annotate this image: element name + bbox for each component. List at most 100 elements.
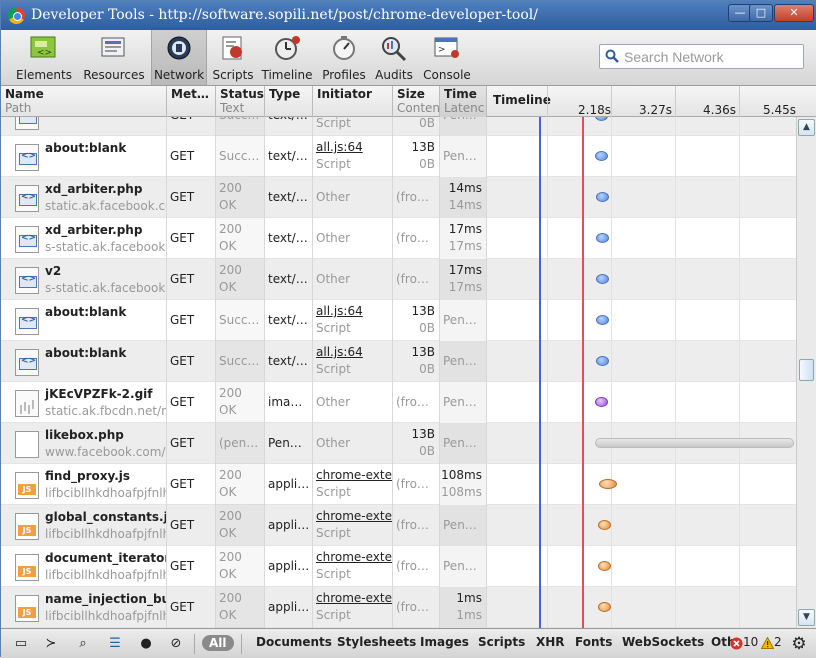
table-row[interactable]: about:blank GET Succ… text/… all.js:64 Script… xyxy=(1,341,796,382)
divider xyxy=(241,634,242,654)
table-row[interactable]: GET Succ… text/… Script 0B Pen… xyxy=(1,117,796,136)
timeline-gridline xyxy=(611,259,612,300)
column-status[interactable]: Status Text xyxy=(216,86,265,117)
status-code: Succ… xyxy=(219,313,260,327)
search-box[interactable] xyxy=(599,44,804,69)
name-cell xyxy=(1,117,167,136)
initiator-link[interactable]: chrome-exter xyxy=(316,509,392,523)
network-grid-header: Name Path Met… Status Text Type Initiator … xyxy=(1,86,816,117)
record-icon[interactable]: ● xyxy=(134,634,158,654)
request-timing-marker xyxy=(596,274,609,284)
filter-scripts[interactable]: Scripts xyxy=(478,635,525,649)
table-row[interactable]: name_injection_build lifbcibllhkdhoafpjfn… xyxy=(1,587,796,628)
table-row[interactable]: global_constants.js lifbcibllhkdhoafpjfnl… xyxy=(1,505,796,546)
settings-gear-icon[interactable]: ⚙ xyxy=(787,634,811,654)
filter-stylesheets[interactable]: Stylesheets xyxy=(337,635,416,649)
column-size[interactable]: Size Conten xyxy=(393,86,440,117)
table-row[interactable]: jKEcVPZFk-2.gif static.ak.fbcdn.net/rsr GE… xyxy=(1,382,796,423)
timeline-cell xyxy=(487,300,796,341)
scrollbar-thumb[interactable] xyxy=(799,359,814,381)
filter-fonts[interactable]: Fonts xyxy=(575,635,612,649)
vertical-scrollbar[interactable]: ▲ ▼ xyxy=(796,117,816,628)
dock-icon[interactable]: ▭ xyxy=(9,634,33,654)
tab-console[interactable]: > Console xyxy=(419,30,475,85)
inspect-search-icon[interactable]: ⌕ xyxy=(71,634,95,654)
column-time[interactable]: Time Latenc xyxy=(440,86,487,117)
initiator-type: Script xyxy=(316,321,351,335)
tab-scripts[interactable]: Scripts xyxy=(209,30,257,85)
column-initiator[interactable]: Initiator xyxy=(313,86,393,117)
mime-type: text/… xyxy=(268,117,308,122)
request-method: GET xyxy=(170,559,195,573)
tab-elements[interactable]: <> Elements xyxy=(13,30,75,85)
status-code: 200 xyxy=(219,386,242,400)
filter-images[interactable]: Images xyxy=(420,635,469,649)
table-row[interactable]: likebox.php www.facebook.com/p GET (pen… Pen… xyxy=(1,423,796,464)
timeline-cell xyxy=(487,382,796,423)
js-file-icon xyxy=(15,513,39,540)
status-cell: 200 OK xyxy=(216,587,265,628)
request-method: GET xyxy=(170,149,195,163)
column-type[interactable]: Type xyxy=(265,86,313,117)
filter-documents[interactable]: Documents xyxy=(256,635,332,649)
tab-network[interactable]: Network xyxy=(151,30,207,85)
column-name[interactable]: Name Path xyxy=(1,86,167,117)
table-row[interactable]: document_iterator.js lifbcibllhkdhoafpjfn… xyxy=(1,546,796,587)
tab-timeline[interactable]: Timeline xyxy=(259,30,315,85)
table-row[interactable]: xd_arbiter.php s-static.ak.facebook.cGET 2… xyxy=(1,218,796,259)
resources-icon xyxy=(101,37,125,57)
method-cell: GET xyxy=(167,382,216,423)
filter-xhr[interactable]: XHR xyxy=(536,635,565,649)
large-rows-icon[interactable]: ☰ xyxy=(103,634,127,654)
table-row[interactable]: find_proxy.js lifbcibllhkdhoafpjfnlhfGET 2… xyxy=(1,464,796,505)
timeline-tick-label: 4.36s xyxy=(703,103,736,117)
svg-text:>: > xyxy=(438,45,446,55)
request-timing-marker xyxy=(595,117,608,121)
timeline-gridline xyxy=(611,505,612,546)
status-cell: Succ… xyxy=(216,136,265,177)
tab-profiles[interactable]: Profiles xyxy=(319,30,369,85)
type-cell: text/… xyxy=(265,218,313,259)
table-row[interactable]: about:blank GET Succ… text/… all.js:64 Script… xyxy=(1,136,796,177)
maximize-button[interactable]: □ xyxy=(749,4,773,22)
initiator-link[interactable]: all.js:64 xyxy=(316,345,363,359)
time-cell: 17ms 17ms xyxy=(440,218,487,259)
initiator-link[interactable]: all.js:64 xyxy=(316,304,363,318)
tab-profiles-label: Profiles xyxy=(322,68,366,82)
status-cell: Succ… xyxy=(216,300,265,341)
table-row[interactable]: v2 s-static.ak.facebook.cGET 200 OK text/… Ot… xyxy=(1,259,796,300)
timeline-cell xyxy=(487,218,796,259)
filter-websockets[interactable]: WebSockets xyxy=(622,635,704,649)
mime-type: text/… xyxy=(268,190,308,204)
initiator-link[interactable]: all.js:64 xyxy=(316,140,363,154)
scroll-down-button[interactable]: ▼ xyxy=(798,609,815,626)
tab-resources[interactable]: Resources xyxy=(80,30,148,85)
request-path: s-static.ak.facebook.c xyxy=(45,281,167,295)
warning-icon[interactable] xyxy=(761,637,774,649)
error-icon[interactable] xyxy=(730,637,743,650)
initiator-link[interactable]: chrome-exter xyxy=(316,591,392,605)
search-network-input[interactable] xyxy=(624,47,799,66)
scroll-up-button[interactable]: ▲ xyxy=(798,119,815,136)
initiator-text: Other xyxy=(316,272,351,286)
load-event-line xyxy=(582,117,584,628)
console-drawer-icon[interactable]: ≻ xyxy=(39,634,63,654)
table-row[interactable]: about:blank GET Succ… text/… all.js:64 Script… xyxy=(1,300,796,341)
js-file-icon xyxy=(15,472,39,499)
filter-all[interactable]: All xyxy=(202,635,234,651)
timeline-gridline xyxy=(675,382,676,423)
initiator-link[interactable]: chrome-exter xyxy=(316,468,392,482)
table-row[interactable]: xd_arbiter.php static.ak.facebook.com GET 2… xyxy=(1,177,796,218)
timeline-gridline xyxy=(675,341,676,382)
request-method: GET xyxy=(170,313,195,327)
initiator-link[interactable]: chrome-exter xyxy=(316,550,392,564)
tab-audits[interactable]: Audits xyxy=(373,30,415,85)
type-cell: text/… xyxy=(265,117,313,136)
status-text: OK xyxy=(219,567,237,581)
clear-icon[interactable]: ⊘ xyxy=(164,634,188,654)
scripts-icon xyxy=(222,36,242,60)
status-code: (pen… xyxy=(219,436,259,450)
close-button[interactable]: ✕ xyxy=(774,4,814,22)
column-method[interactable]: Met… xyxy=(167,86,216,117)
request-timing-marker xyxy=(599,479,617,489)
